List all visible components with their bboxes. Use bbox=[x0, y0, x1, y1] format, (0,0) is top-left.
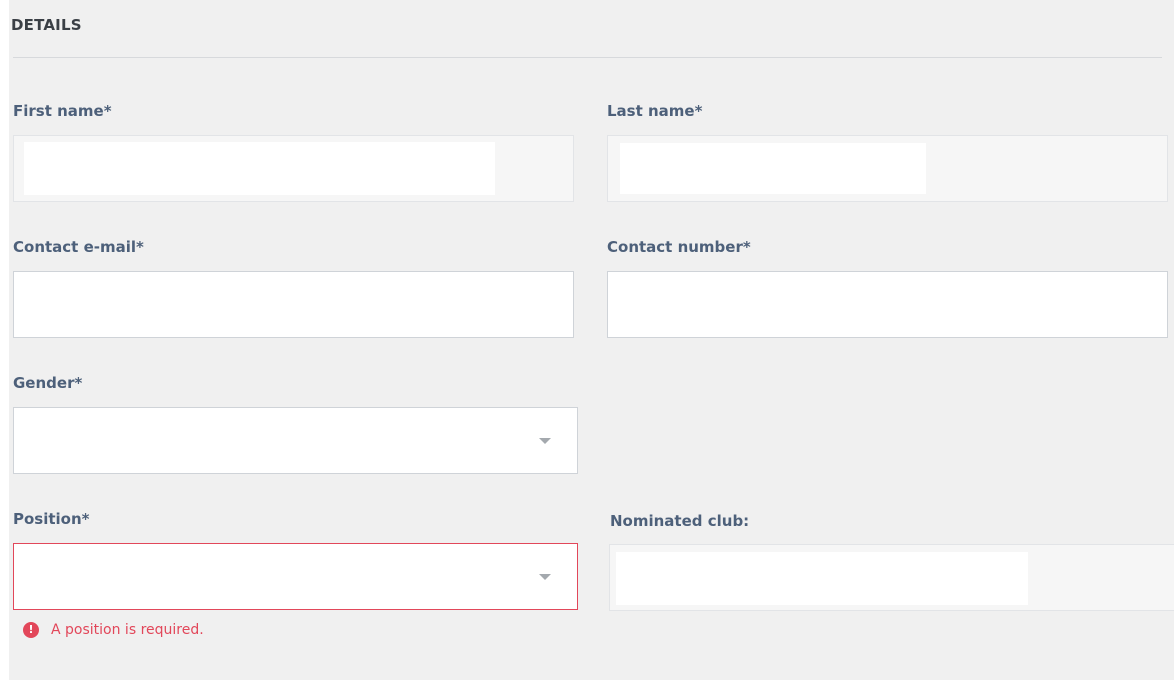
first-name-field bbox=[13, 135, 574, 202]
section-divider bbox=[13, 57, 1162, 58]
contact-number-label: Contact number* bbox=[607, 238, 751, 256]
contact-number-input[interactable] bbox=[607, 271, 1168, 338]
last-name-label: Last name* bbox=[607, 102, 703, 120]
nominated-club-label: Nominated club: bbox=[610, 512, 750, 530]
first-name-label: First name* bbox=[13, 102, 112, 120]
page-edge bbox=[0, 0, 9, 680]
position-select[interactable] bbox=[13, 543, 578, 610]
last-name-field bbox=[607, 135, 1168, 202]
chevron-down-icon bbox=[539, 438, 551, 444]
section-title: DETAILS bbox=[11, 16, 82, 34]
position-error-message: ! A position is required. bbox=[23, 622, 204, 638]
position-error-text: A position is required. bbox=[51, 622, 204, 638]
first-name-value bbox=[24, 142, 495, 195]
chevron-down-icon bbox=[539, 574, 551, 580]
position-label: Position* bbox=[13, 510, 90, 528]
nominated-club-value bbox=[616, 552, 1028, 605]
nominated-club-field bbox=[609, 544, 1174, 611]
contact-email-input[interactable] bbox=[13, 271, 574, 338]
last-name-value bbox=[620, 143, 926, 194]
gender-select[interactable] bbox=[13, 407, 578, 474]
gender-label: Gender* bbox=[13, 374, 83, 392]
error-icon: ! bbox=[23, 622, 39, 638]
contact-email-label: Contact e-mail* bbox=[13, 238, 144, 256]
